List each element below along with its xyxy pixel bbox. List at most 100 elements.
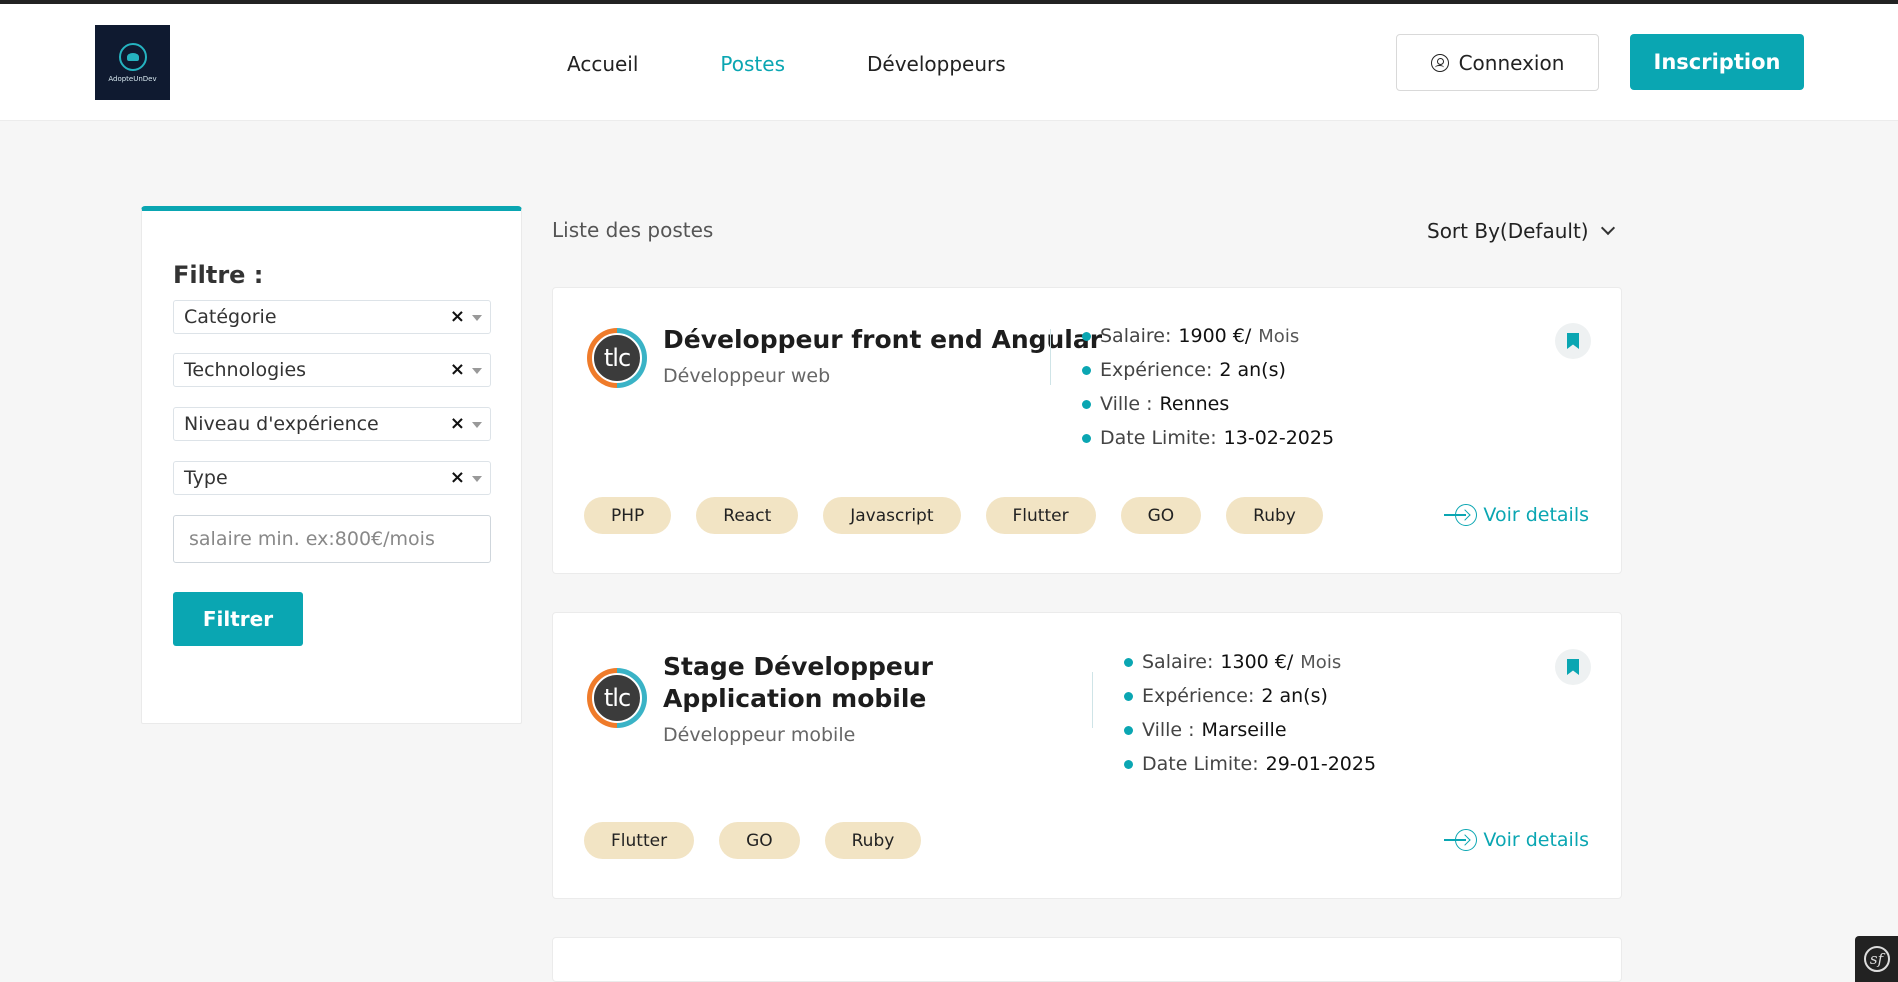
experience-row: Expérience: 2 an(s): [1082, 353, 1334, 387]
technologies-select-value: Technologies: [184, 359, 307, 381]
experience-label: Expérience:: [1100, 359, 1213, 381]
bullet-dot: [1082, 433, 1091, 443]
city-row: Ville : Rennes: [1082, 387, 1334, 421]
company-logo-text: tlc: [592, 333, 642, 383]
type-select-value: Type: [184, 467, 228, 489]
city-value: Rennes: [1159, 393, 1230, 415]
salary-unit: Mois: [1300, 651, 1342, 673]
salary-label: Salaire:: [1100, 325, 1172, 347]
salary-row: Salaire: 1300 €/ Mois: [1124, 645, 1376, 679]
filter-title: Filtre :: [173, 261, 264, 289]
login-label: Connexion: [1458, 50, 1565, 75]
company-logo: tlc: [587, 668, 647, 728]
bullet-dot: [1124, 759, 1133, 769]
clear-icon[interactable]: ×: [450, 467, 465, 488]
experience-select-value: Niveau d'expérience: [184, 413, 379, 435]
salary-row: Salaire: 1900 €/ Mois: [1082, 319, 1334, 353]
arrow-right-circle-icon: [1444, 829, 1478, 851]
tech-tag: Flutter: [584, 822, 695, 859]
tech-tag: Flutter: [985, 497, 1096, 534]
bullet-dot: [1124, 691, 1133, 701]
deadline-value: 13-02-2025: [1223, 427, 1335, 449]
bookmark-icon: [1567, 333, 1579, 349]
sort-label: Sort By(Default): [1427, 219, 1589, 243]
job-category: Développeur mobile: [663, 724, 856, 746]
tech-tag: GO: [719, 822, 800, 859]
category-select[interactable]: Catégorie ×: [173, 300, 491, 334]
bullet-dot: [1124, 657, 1133, 667]
main-nav: Accueil Postes Développeurs: [567, 52, 1088, 76]
tech-tag: React: [696, 497, 799, 534]
company-logo: tlc: [587, 328, 647, 388]
job-card[interactable]: tlc Développeur front end Angular Dévelo…: [552, 287, 1622, 574]
bullet-dot: [1124, 725, 1133, 735]
clear-icon[interactable]: ×: [450, 413, 465, 434]
deadline-row: Date Limite: 13-02-2025: [1082, 421, 1334, 455]
salary-label: Salaire:: [1142, 651, 1214, 673]
bullet-dot: [1082, 365, 1091, 375]
job-card[interactable]: [552, 937, 1622, 982]
experience-label: Expérience:: [1142, 685, 1255, 707]
site-logo[interactable]: AdopteUnDev: [95, 25, 170, 100]
job-title[interactable]: Développeur front end Angular: [663, 324, 1102, 356]
view-details-link[interactable]: Voir details: [1444, 504, 1589, 526]
filter-button[interactable]: Filtrer: [173, 592, 303, 646]
caret-down-icon[interactable]: [472, 422, 482, 428]
deadline-label: Date Limite:: [1100, 427, 1217, 449]
category-select-value: Catégorie: [184, 306, 277, 328]
caret-down-icon[interactable]: [472, 476, 482, 482]
job-title[interactable]: Stage Développeur Application mobile: [663, 651, 1033, 715]
job-category: Développeur web: [663, 365, 831, 387]
logo-text: AdopteUnDev: [108, 74, 157, 83]
caret-down-icon[interactable]: [472, 368, 482, 374]
salary-value: 1900 €/: [1178, 325, 1252, 347]
caret-down-icon[interactable]: [472, 315, 482, 321]
login-button[interactable]: Connexion: [1396, 34, 1599, 91]
sort-dropdown[interactable]: Sort By(Default): [1427, 219, 1615, 243]
job-meta: Salaire: 1300 €/ Mois Expérience: 2 an(s…: [1124, 645, 1376, 781]
city-row: Ville : Marseille: [1124, 713, 1376, 747]
company-logo-text: tlc: [592, 673, 642, 723]
bookmark-button[interactable]: [1555, 649, 1591, 685]
nav-developpeurs[interactable]: Développeurs: [867, 52, 1006, 76]
tech-tag: GO: [1120, 497, 1202, 534]
arrow-right-circle-icon: [1444, 504, 1478, 526]
bookmark-button[interactable]: [1555, 323, 1591, 359]
tech-tag: Javascript: [823, 497, 961, 534]
experience-value: 2 an(s): [1261, 685, 1328, 707]
clear-icon[interactable]: ×: [450, 359, 465, 380]
logo-icon: [118, 42, 147, 71]
tech-tags: PHP React Javascript Flutter GO Ruby: [584, 497, 1323, 534]
city-label: Ville :: [1142, 719, 1195, 741]
tech-tag: Ruby: [1226, 497, 1323, 534]
nav-postes[interactable]: Postes: [720, 52, 785, 76]
symfony-debug-toolbar[interactable]: sf: [1855, 936, 1898, 982]
symfony-icon: sf: [1863, 946, 1890, 972]
min-salary-input[interactable]: [173, 515, 491, 563]
nav-accueil[interactable]: Accueil: [567, 52, 638, 76]
deadline-row: Date Limite: 29-01-2025: [1124, 747, 1376, 781]
type-select[interactable]: Type ×: [173, 461, 491, 495]
view-details-label: Voir details: [1483, 829, 1589, 851]
signup-button[interactable]: Inscription: [1630, 34, 1804, 90]
chevron-down-icon: [1600, 220, 1615, 236]
salary-unit: Mois: [1258, 325, 1300, 347]
bookmark-icon: [1567, 659, 1579, 675]
site-header: AdopteUnDev Accueil Postes Développeurs …: [0, 4, 1898, 121]
divider: [1092, 672, 1093, 728]
technologies-select[interactable]: Technologies ×: [173, 353, 491, 387]
clear-icon[interactable]: ×: [450, 306, 465, 327]
list-title: Liste des postes: [552, 218, 714, 242]
job-meta: Salaire: 1900 €/ Mois Expérience: 2 an(s…: [1082, 319, 1334, 455]
tech-tags: Flutter GO Ruby: [584, 822, 922, 859]
city-label: Ville :: [1100, 393, 1153, 415]
experience-value: 2 an(s): [1219, 359, 1286, 381]
bullet-dot: [1082, 331, 1091, 341]
experience-row: Expérience: 2 an(s): [1124, 679, 1376, 713]
job-card[interactable]: tlc Stage Développeur Application mobile…: [552, 612, 1622, 899]
salary-value: 1300 €/: [1220, 651, 1294, 673]
deadline-value: 29-01-2025: [1265, 753, 1377, 775]
experience-select[interactable]: Niveau d'expérience ×: [173, 407, 491, 441]
user-circle-icon: [1430, 53, 1449, 72]
view-details-link[interactable]: Voir details: [1444, 829, 1589, 851]
